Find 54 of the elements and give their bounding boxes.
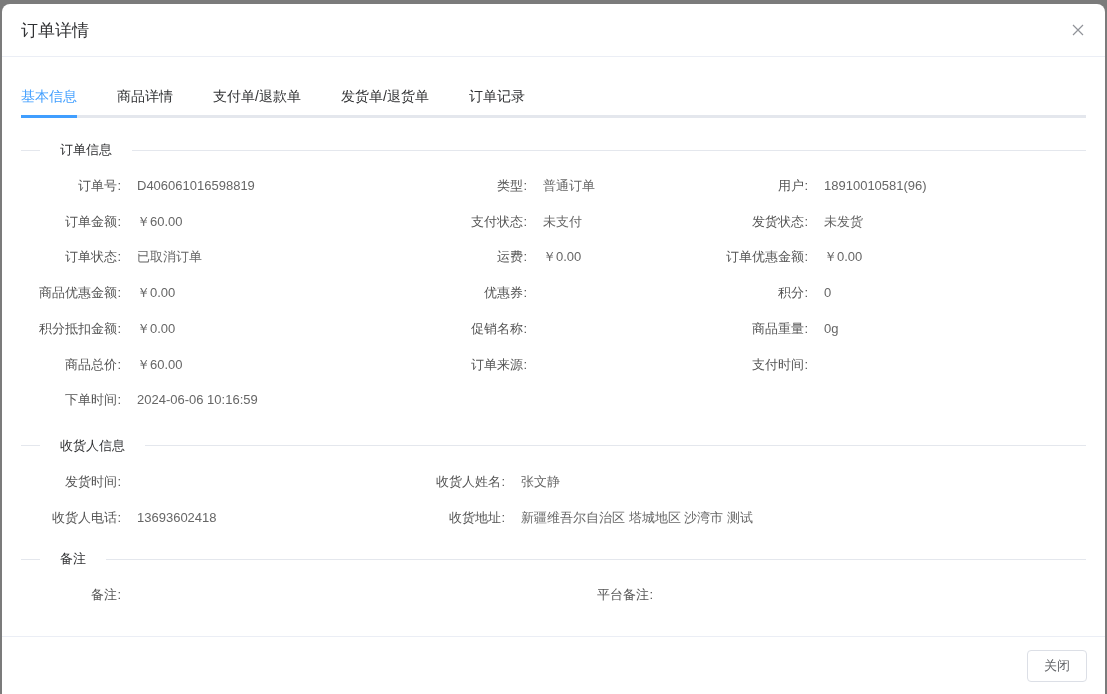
field-label: 商品重量: — [751, 319, 808, 338]
field-label: 商品总价: — [64, 355, 121, 374]
tab[interactable]: 发货单/退货单 — [340, 85, 429, 115]
field-value: 张文静 — [521, 472, 561, 491]
field-label: 订单金额: — [64, 212, 121, 231]
field-label: 订单号: — [77, 177, 121, 195]
field-label: 备注: — [90, 586, 121, 605]
close-button[interactable]: 关闭 — [1027, 649, 1087, 682]
field-label: 平台备注: — [596, 586, 653, 605]
field-value: 0 — [824, 284, 833, 303]
field-value: 未发货 — [824, 212, 864, 231]
field-label: 下单时间: — [64, 391, 121, 410]
field-value: ￥0.00 — [137, 284, 177, 303]
field-label: 商品优惠金额: — [38, 284, 121, 303]
field-label: 收货人姓名: — [435, 472, 505, 491]
field-value: ￥0.00 — [543, 248, 583, 267]
field-label: 运费: — [496, 248, 527, 267]
field-label: 支付状态: — [470, 212, 527, 231]
field-label: 发货时间: — [64, 472, 121, 491]
field-label: 优惠券: — [483, 284, 527, 303]
dialog-title: 订单详情 — [21, 19, 89, 42]
field-value: ￥0.00 — [137, 319, 177, 338]
tab[interactable]: 支付单/退款单 — [213, 85, 301, 115]
field-value: 已取消订单 — [137, 248, 203, 267]
close-button[interactable] — [1070, 22, 1086, 38]
field-value: ￥0.00 — [824, 248, 864, 267]
field-value: 13693602418 — [137, 508, 218, 527]
field-label: 收货地址: — [448, 508, 505, 527]
field-value: D406061016598819 — [137, 177, 256, 195]
close-icon — [1072, 24, 1084, 36]
field-label: 积分抵扣金额: — [38, 319, 121, 338]
field-label: 用户: — [777, 177, 808, 195]
field-label: 订单状态: — [64, 248, 121, 267]
field-value: 新疆维吾尔自治区 塔城地区 沙湾市 测试 — [521, 508, 754, 527]
field-value: ￥60.00 — [137, 355, 184, 374]
tab[interactable]: 订单记录 — [468, 85, 525, 115]
tab[interactable]: 商品详情 — [117, 85, 173, 115]
field-value: ￥60.00 — [137, 212, 184, 231]
field-label: 促销名称: — [470, 319, 527, 338]
field-value: 2024-06-06 10:16:59 — [137, 391, 259, 410]
field-value: 0g — [824, 319, 840, 338]
field-label: 支付时间: — [751, 355, 808, 374]
field-label: 订单优惠金额: — [725, 248, 808, 267]
field-label: 类型: — [496, 177, 527, 195]
field-label: 订单来源: — [470, 355, 527, 374]
field-value: 未支付 — [543, 212, 583, 231]
section-title: 订单信息 — [60, 141, 112, 159]
field-value: 18910010581(96) — [824, 177, 928, 195]
section-title: 备注 — [60, 550, 86, 569]
field-label: 收货人电话: — [51, 508, 121, 527]
field-label: 积分: — [777, 284, 808, 303]
section-title: 收货人信息 — [60, 436, 125, 455]
field-value: 普通订单 — [543, 177, 596, 195]
field-label: 发货状态: — [751, 212, 808, 231]
